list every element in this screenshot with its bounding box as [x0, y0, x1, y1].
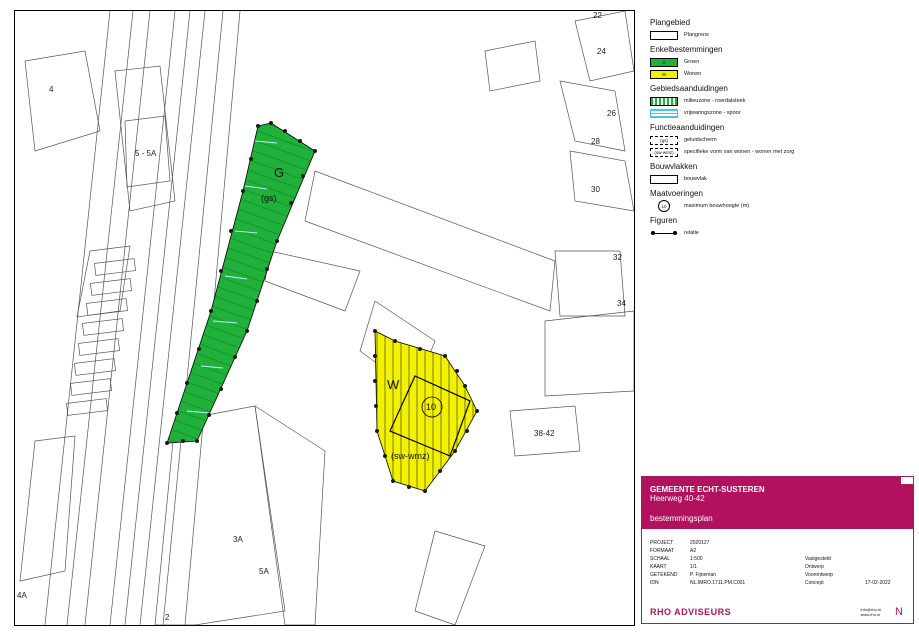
tb-row: KAART 1/1 Ontwerp [650, 563, 908, 571]
tb-row: SCHAAL 1:500 Vastgesteld [650, 555, 908, 563]
legend-heading: Functieaanduidingen [650, 123, 725, 132]
tb-value: 2020127 [690, 540, 710, 546]
tb-status: Ontwerp [805, 564, 824, 570]
tb-value: P. Fijneman [690, 572, 717, 578]
house-number: 4A [17, 591, 27, 600]
legend-item: Plangrens [650, 29, 912, 41]
tb-value: 1:500 [690, 556, 703, 562]
height-swatch: 10 [650, 200, 678, 212]
house-number: 22 [593, 11, 602, 20]
house-number: 24 [597, 47, 606, 56]
legend-heading: Bouwvlakken [650, 162, 698, 171]
relatie-dot-icon [673, 231, 677, 235]
legend-item: (gs) geluidscherm [650, 134, 912, 146]
legend-heading: Enkelbestemmingen [650, 45, 723, 54]
wonen-swatch: W [650, 69, 678, 79]
tb-row: IDN NL.IMRO.1711.PM.C001 Concept 17-02-2… [650, 579, 908, 587]
tb-status: Voorontwerp [805, 572, 834, 578]
tb-key: PROJECT [650, 540, 674, 546]
title-block-header: GEMEENTE ECHT-SUSTEREN Heerweg 40-42 bes… [642, 477, 913, 529]
legend-heading: Gebiedsaanduidingen [650, 84, 728, 93]
house-number: 28 [591, 137, 600, 146]
milieu-swatch [650, 96, 678, 106]
legend-label: bouwvlak [684, 176, 707, 182]
legend-label: geluidscherm [684, 137, 717, 143]
municipality-name: GEMEENTE ECHT-SUSTEREN [650, 485, 765, 494]
vrijwaring-swatch [650, 108, 678, 118]
dashed-swatch: (sw-wmz) [650, 147, 678, 157]
corner-mark [901, 477, 913, 484]
plan-address: Heerweg 40-42 [650, 494, 705, 503]
house-number: 3A [233, 535, 243, 544]
title-block: GEMEENTE ECHT-SUSTEREN Heerweg 40-42 bes… [641, 476, 914, 624]
house-number: 2 [165, 613, 170, 622]
tb-row: FORMAAT A2 [650, 547, 908, 555]
legend-item: bouwvlak [650, 173, 912, 185]
map-canvas: G (gs) W (sw-wmz) 10 22 24 26 28 30 32 3… [14, 10, 635, 626]
label-groen: G [274, 165, 285, 180]
buildings [19, 11, 634, 625]
legend-heading: Figuren [650, 216, 678, 225]
legend-heading: Plangebied [650, 18, 691, 27]
legend-item: 10 maximum bouwhoogte (m) [650, 200, 912, 212]
legend-heading: Maatvoeringen [650, 189, 703, 198]
tb-key: GETEKEND [650, 572, 678, 578]
height-circle-icon: 10 [658, 200, 670, 212]
legend-label: relatie [684, 230, 699, 236]
tb-value: 1/1 [690, 564, 697, 570]
legend-label: vrijwaringszone - spoor [684, 110, 741, 116]
legend-label: Wonen [684, 71, 702, 77]
groen-swatch: G [650, 57, 678, 67]
legend-item: W Wonen [650, 68, 912, 80]
relatie-dot-icon [651, 231, 655, 235]
label-height: 10 [426, 402, 437, 412]
label-sw-wmz: (sw-wmz) [391, 451, 430, 461]
house-number: 4 [49, 85, 54, 94]
house-number: 26 [607, 109, 616, 118]
label-wonen: W [387, 377, 400, 392]
legend-label: Groen [684, 59, 700, 65]
house-number: 38-42 [534, 429, 555, 438]
house-number: 34 [617, 299, 626, 308]
legend-item: vrijwaringszone - spoor [650, 107, 912, 119]
tb-key: FORMAAT [650, 548, 675, 554]
title-block-rows: PROJECT 2020127 FORMAAT A2 SCHAAL 1:500 … [650, 539, 908, 587]
legend-label: Plangrens [684, 32, 709, 38]
legend-item: relatie [650, 227, 912, 239]
legend-item: G Groen [650, 56, 912, 68]
house-number: 5 - 5A [135, 149, 157, 158]
tb-key: IDN [650, 580, 659, 586]
contact-info: info@rho.nl www.rho.nl [860, 607, 881, 617]
dashed-swatch: (gs) [650, 135, 678, 145]
tb-value: NL.IMRO.1711.PM.C001 [690, 580, 746, 586]
house-number: 32 [613, 253, 622, 262]
map-drawing [19, 11, 634, 625]
legend-label: specifieke vorm van wonen - wonen met zo… [684, 149, 795, 155]
tb-row: PROJECT 2020127 [650, 539, 908, 547]
tb-value: A2 [690, 548, 697, 554]
tb-key: KAART [650, 564, 667, 570]
label-gs: (gs) [261, 193, 277, 203]
north-arrow-icon: N [895, 606, 903, 618]
legend-label: maximum bouwhoogte (m) [684, 203, 750, 209]
house-number: 30 [591, 185, 600, 194]
legend-label: milieuzone - roerdalsteek [684, 98, 746, 104]
bouwvlak-swatch [650, 174, 678, 184]
tb-status: Vastgesteld [805, 556, 831, 562]
legend: Plangebied Plangrens Enkelbestemmingen G… [650, 14, 912, 239]
house-number: 5A [259, 567, 269, 576]
tb-row: GETEKEND P. Fijneman Voorontwerp [650, 571, 908, 579]
brand-logo: RHO ADVISEURS [650, 607, 732, 617]
legend-item: (sw-wmz) specifieke vorm van wonen - won… [650, 146, 912, 158]
relatie-swatch [650, 229, 678, 238]
plangrens-swatch [650, 30, 678, 40]
tb-status: Concept [805, 580, 824, 586]
contact-web: www.rho.nl [860, 612, 881, 617]
legend-item: milieuzone - roerdalsteek [650, 95, 912, 107]
tb-date: 17-02-2022 [865, 580, 891, 586]
tb-key: SCHAAL [650, 556, 671, 562]
plan-type: bestemmingsplan [650, 514, 713, 523]
